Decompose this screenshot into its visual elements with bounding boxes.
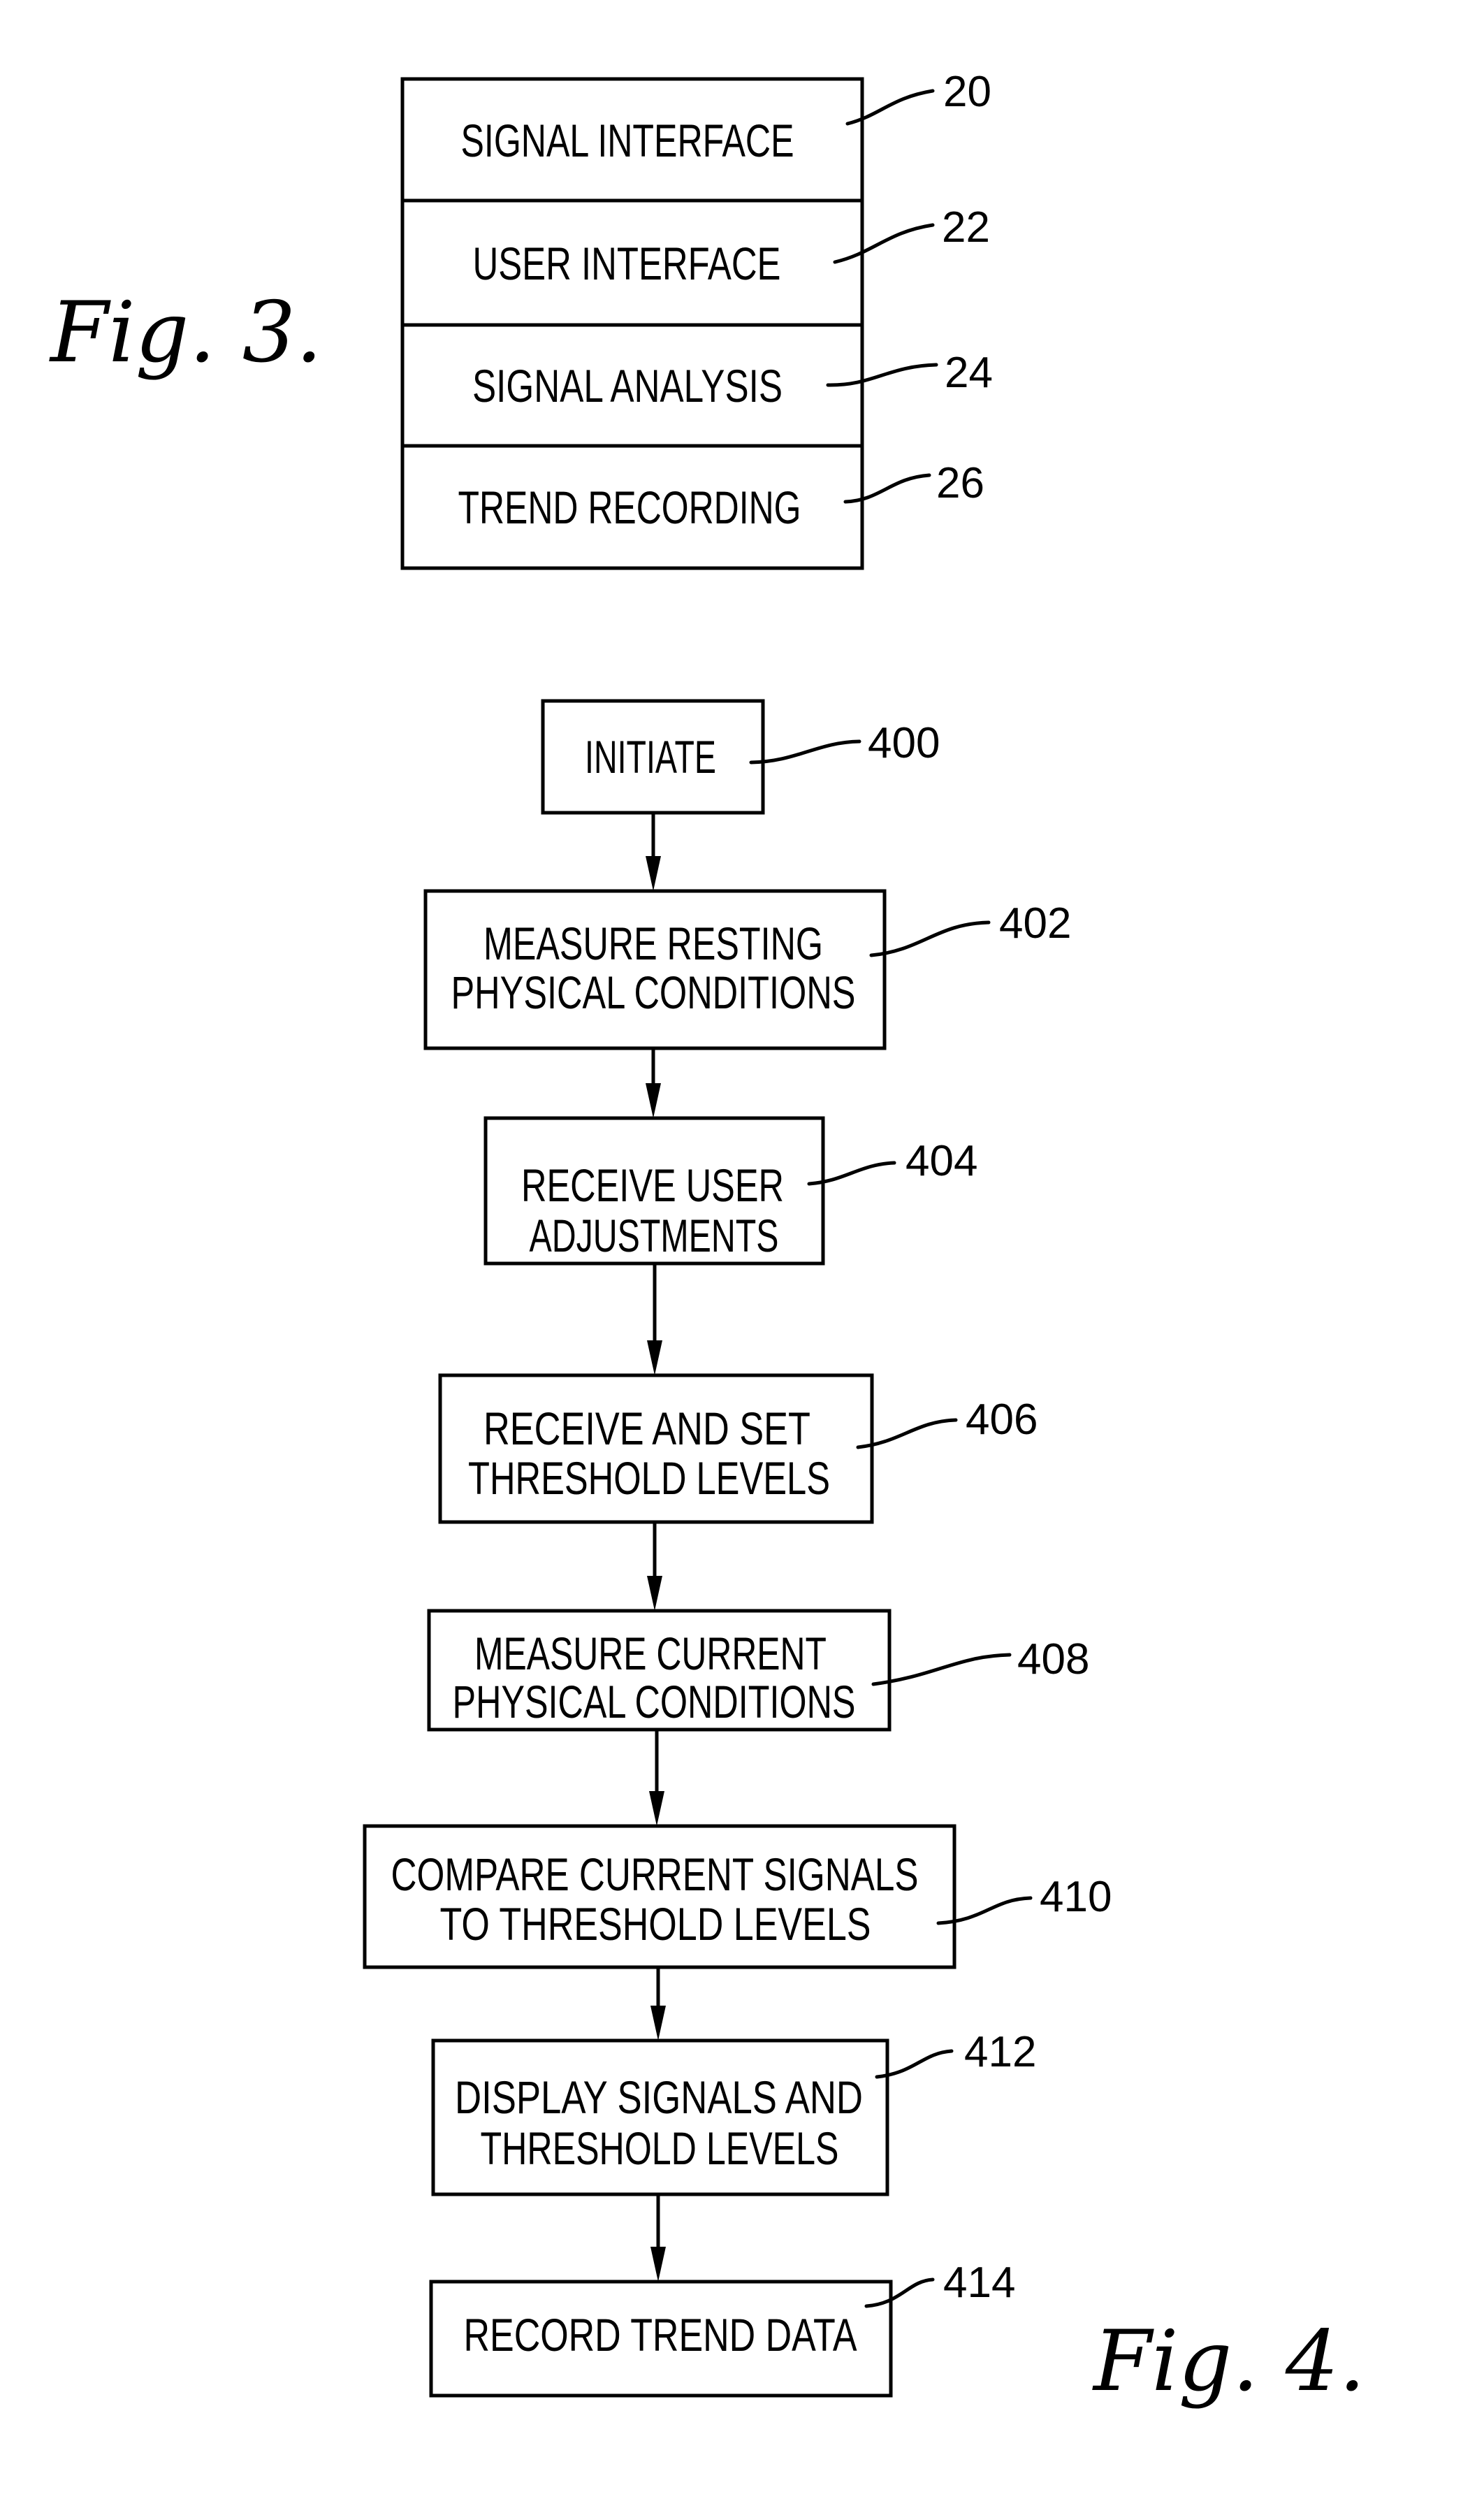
step-record-trend-data: RECORD TREND DATA 414: [429, 2259, 1015, 2398]
flow-arrow: [647, 1522, 662, 1611]
module-label: TREND RECORDING: [458, 481, 801, 533]
reference-numeral: 412: [964, 2028, 1036, 2076]
arrow-head-icon: [647, 1576, 662, 1611]
step-display-signals: DISPLAY SIGNALS AND THRESHOLD LEVELS 412: [431, 2028, 1036, 2196]
arrow-head-icon: [647, 1340, 662, 1375]
step-receive-user-adjustments: RECEIVE USER ADJUSTMENTS 404: [483, 1116, 977, 1266]
figure-4: Fig. 4. INITIATE 400 MEASURE RESTING PHY…: [363, 699, 1365, 2410]
step-label-line-1: COMPARE CURRENT SIGNALS: [391, 1848, 919, 1900]
step-label: INITIATE: [585, 731, 716, 783]
step-label-line-1: DISPLAY SIGNALS AND: [455, 2071, 863, 2123]
module-label: SIGNAL ANALYSIS: [472, 360, 783, 412]
reference-numeral: 20: [943, 68, 991, 116]
figure-3-caption: Fig. 3.: [49, 284, 322, 382]
reference-numeral: 410: [1040, 1873, 1112, 1921]
reference-numeral: 402: [999, 899, 1071, 948]
reference-numeral: 24: [945, 349, 993, 397]
module-label: SIGNAL INTERFACE: [461, 115, 794, 166]
reference-numeral: 26: [936, 459, 984, 507]
step-receive-set-thresholds: RECEIVE AND SET THRESHOLD LEVELS 406: [438, 1373, 1038, 1524]
step-label-line-2: THRESHOLD LEVELS: [468, 1452, 830, 1504]
flow-arrow: [650, 2194, 666, 2282]
reference-numeral: 400: [868, 719, 940, 767]
step-label-line-2: PHYSICAL CONDITIONS: [451, 966, 856, 1018]
step-label-line-2: PHYSICAL CONDITIONS: [453, 1676, 856, 1727]
patent-drawing-sheet: Fig. 3. SIGNAL INTERFACE 20 USER INTERFA…: [49, 68, 1365, 2410]
flow-arrow: [650, 1967, 666, 2041]
step-label-line-2: ADJUSTMENTS: [530, 1210, 779, 1261]
leader-line: [869, 920, 991, 957]
step-label-line-1: RECEIVE AND SET: [483, 1403, 810, 1454]
arrow-head-icon: [649, 1791, 664, 1826]
arrow-head-icon: [650, 2006, 666, 2041]
step-label-line-1: MEASURE RESTING: [483, 918, 823, 969]
step-label-line-2: TO THRESHOLD LEVELS: [440, 1898, 871, 1950]
reference-numeral: 414: [943, 2259, 1015, 2307]
figure-3: Fig. 3. SIGNAL INTERFACE 20 USER INTERFA…: [49, 68, 993, 570]
leader-line: [749, 739, 861, 765]
leader-line: [871, 1653, 1012, 1686]
arrow-head-icon: [650, 2247, 666, 2282]
module-stack: SIGNAL INTERFACE 20 USER INTERFACE 22 SI…: [400, 68, 993, 570]
arrow-head-icon: [646, 1083, 661, 1118]
arrow-head-icon: [646, 856, 661, 891]
reference-numeral: 406: [966, 1396, 1038, 1444]
flow-arrow: [646, 1048, 661, 1118]
step-label-line-1: MEASURE CURRENT: [474, 1628, 827, 1679]
flow-arrow: [649, 1730, 664, 1826]
step-label-line-1: RECEIVE USER: [521, 1159, 784, 1211]
step-compare-signals: COMPARE CURRENT SIGNALS TO THRESHOLD LEV…: [363, 1824, 1112, 1969]
figure-4-caption: Fig. 4.: [1092, 2313, 1365, 2410]
reference-numeral: 22: [942, 203, 990, 252]
flow-arrow: [647, 1263, 662, 1375]
step-label: RECORD TREND DATA: [464, 2309, 857, 2361]
step-label-line-2: THRESHOLD LEVELS: [481, 2122, 839, 2174]
reference-numeral: 408: [1017, 1635, 1089, 1683]
step-measure-current: MEASURE CURRENT PHYSICAL CONDITIONS 408: [427, 1609, 1089, 1732]
step-initiate: INITIATE 400: [541, 699, 940, 815]
module-label: USER INTERFACE: [473, 238, 781, 289]
flow-arrow: [646, 813, 661, 891]
reference-numeral: 404: [905, 1137, 977, 1185]
step-measure-resting: MEASURE RESTING PHYSICAL CONDITIONS 402: [423, 889, 1071, 1050]
